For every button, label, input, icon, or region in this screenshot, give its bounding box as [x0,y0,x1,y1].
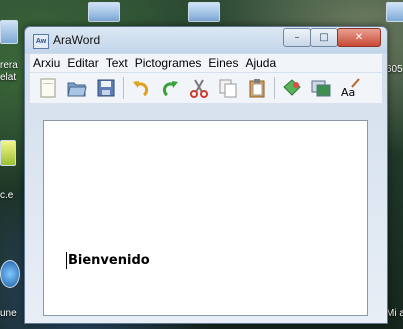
svg-text:Aa: Aa [341,86,355,99]
pictogram-icon [283,79,301,96]
paste-button[interactable] [245,76,269,100]
window-icon [311,80,331,97]
close-button[interactable]: ✕ [337,28,381,47]
menu-ajuda[interactable]: Ajuda [242,56,280,70]
new-document-button[interactable] [36,76,60,100]
text-caret [66,252,67,269]
toolbar-separator [274,77,275,99]
minimize-button[interactable]: – [283,28,311,47]
menu-eines[interactable]: Eines [205,56,242,70]
app-icon: Aw [33,34,49,49]
desktop-icon[interactable] [386,2,403,22]
window-title: AraWord [53,33,101,47]
desktop-label[interactable]: c.e [0,190,13,201]
open-button[interactable] [65,76,89,100]
maximize-icon: □ [319,32,329,43]
cut-icon [190,79,208,98]
menu-pictogrames[interactable]: Pictogrames [132,56,206,70]
paste-icon [249,79,265,98]
window-controls: – □ ✕ [283,28,381,47]
document-text[interactable]: Bienvenido [68,253,150,268]
pictogram-button[interactable] [280,76,304,100]
copy-button[interactable] [216,76,240,100]
desktop-label[interactable]: Mi a [386,308,403,319]
redo-button[interactable] [158,76,182,100]
desktop-label[interactable]: elat [0,72,16,83]
toolbar: Aa [30,73,382,103]
document-editor[interactable]: Bienvenido [43,120,368,316]
app-shortcut-icon [0,260,20,288]
desktop-icon[interactable] [0,20,18,44]
title-bar[interactable]: Aw AraWord – □ ✕ [25,27,387,53]
shortcut-icon [0,20,18,44]
desktop-label[interactable]: 605 [386,64,403,75]
desktop-label[interactable]: rera [0,60,18,71]
desktop-icon[interactable] [0,260,20,288]
menu-text[interactable]: Text [103,56,132,70]
font-icon: Aa [341,78,360,99]
toolbar-separator [123,77,124,99]
cut-button[interactable] [187,76,211,100]
window-button[interactable] [309,76,333,100]
document-shortcut-icon [188,2,220,22]
minimize-icon: – [294,32,300,43]
close-icon: ✕ [354,32,364,43]
folder-icon [0,140,16,166]
menu-editar[interactable]: Editar [64,56,102,70]
menu-arxiu[interactable]: Arxiu [30,56,64,70]
save-icon [97,79,115,97]
maximize-button[interactable]: □ [310,28,338,47]
new-document-icon [40,78,56,98]
undo-button[interactable] [129,76,153,100]
desktop-icon[interactable] [0,140,16,166]
copy-icon [219,79,237,98]
desktop-icon[interactable] [188,2,220,22]
menu-bar: Arxiu Editar Text Pictogrames Eines Ajud… [30,54,382,72]
document-shortcut-icon [88,2,120,22]
open-folder-icon [67,82,87,97]
undo-icon [133,81,149,97]
save-button[interactable] [94,76,118,100]
font-button[interactable]: Aa [338,76,362,100]
desktop-label[interactable]: une [0,308,17,319]
araword-window[interactable]: Aw AraWord – □ ✕ Arxiu Editar Text Picto… [24,26,388,324]
desktop-icon[interactable] [88,2,120,22]
document-shortcut-icon [386,2,403,22]
redo-icon [162,81,178,97]
